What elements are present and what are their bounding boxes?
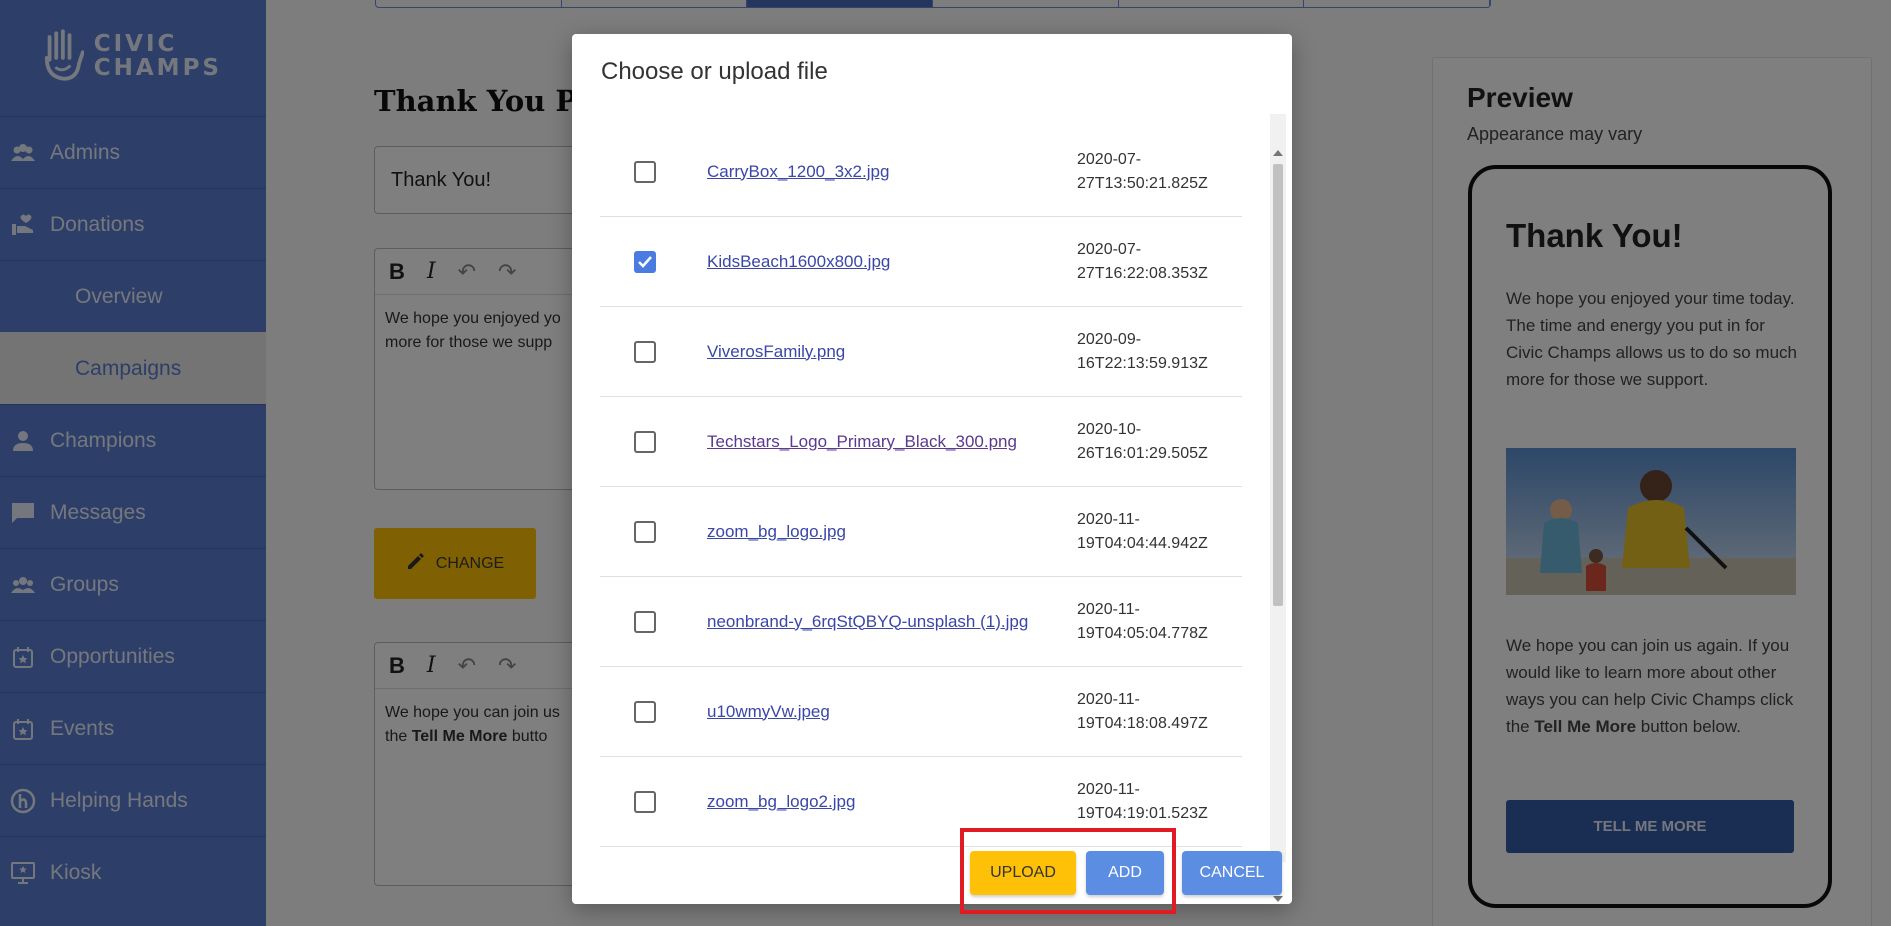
dialog-title: Choose or upload file xyxy=(601,58,828,85)
file-picker-dialog: Choose or upload file CarryBox_1200_3x2.… xyxy=(572,34,1292,904)
file-link[interactable]: CarryBox_1200_3x2.jpg xyxy=(707,162,1077,182)
scroll-thumb[interactable] xyxy=(1273,164,1283,606)
file-date-line: 2020-11- xyxy=(1077,510,1140,528)
file-date-line: 27T13:50:21.825Z xyxy=(1077,174,1208,192)
file-row[interactable]: neonbrand-y_6rqStQBYQ-unsplash (1).jpg 2… xyxy=(600,577,1242,667)
file-date: 2020-11- 19T04:18:08.497Z xyxy=(1077,688,1237,736)
file-link[interactable]: neonbrand-y_6rqStQBYQ-unsplash (1).jpg xyxy=(707,612,1077,632)
file-date-line: 19T04:04:44.942Z xyxy=(1077,534,1208,552)
highlight-box xyxy=(960,828,1176,914)
file-checkbox[interactable] xyxy=(634,520,656,543)
file-date: 2020-07- 27T16:22:08.353Z xyxy=(1077,238,1237,286)
file-date-line: 27T16:22:08.353Z xyxy=(1077,264,1208,282)
file-date: 2020-11- 19T04:05:04.778Z xyxy=(1077,598,1237,646)
file-link[interactable]: zoom_bg_logo2.jpg xyxy=(707,792,1077,812)
file-link[interactable]: u10wmyVw.jpeg xyxy=(707,702,1077,722)
file-date: 2020-10- 26T16:01:29.505Z xyxy=(1077,418,1237,466)
file-checkbox[interactable] xyxy=(634,700,656,723)
checkmark-icon xyxy=(638,255,652,268)
file-date: 2020-09- 16T22:13:59.913Z xyxy=(1077,328,1237,376)
file-checkbox[interactable] xyxy=(634,160,656,183)
file-checkbox[interactable] xyxy=(634,340,656,363)
file-row[interactable]: zoom_bg_logo.jpg 2020-11- 19T04:04:44.942… xyxy=(600,487,1242,577)
file-list-scrollbar[interactable] xyxy=(1270,114,1286,902)
file-list: CarryBox_1200_3x2.jpg 2020-07- 27T13:50:2… xyxy=(600,127,1242,857)
file-link[interactable]: ViverosFamily.png xyxy=(707,342,1077,362)
file-date-line: 16T22:13:59.913Z xyxy=(1077,354,1208,372)
file-date: 2020-11- 19T04:19:01.523Z xyxy=(1077,778,1237,826)
file-row[interactable]: Techstars_Logo_Primary_Black_300.png 202… xyxy=(600,397,1242,487)
file-date-line: 2020-11- xyxy=(1077,780,1140,798)
file-checkbox[interactable] xyxy=(634,790,656,813)
scroll-down-arrow-icon[interactable] xyxy=(1273,896,1283,902)
file-date-line: 26T16:01:29.505Z xyxy=(1077,444,1208,462)
file-checkbox-checked[interactable] xyxy=(634,250,656,273)
file-row[interactable]: KidsBeach1600x800.jpg 2020-07- 27T16:22:0… xyxy=(600,217,1242,307)
file-row[interactable]: CarryBox_1200_3x2.jpg 2020-07- 27T13:50:2… xyxy=(600,127,1242,217)
file-date-line: 2020-07- xyxy=(1077,240,1142,258)
file-date-line: 2020-11- xyxy=(1077,600,1140,618)
file-date-line: 2020-11- xyxy=(1077,690,1140,708)
file-link[interactable]: zoom_bg_logo.jpg xyxy=(707,522,1077,542)
cancel-button[interactable]: CANCEL xyxy=(1182,851,1282,895)
file-row[interactable]: u10wmyVw.jpeg 2020-11- 19T04:18:08.497Z xyxy=(600,667,1242,757)
file-checkbox[interactable] xyxy=(634,430,656,453)
file-date-line: 2020-09- xyxy=(1077,330,1142,348)
file-date: 2020-07- 27T13:50:21.825Z xyxy=(1077,148,1237,196)
file-date-line: 2020-10- xyxy=(1077,420,1142,438)
file-date-line: 19T04:19:01.523Z xyxy=(1077,804,1208,822)
file-checkbox[interactable] xyxy=(634,610,656,633)
file-date-line: 19T04:05:04.778Z xyxy=(1077,624,1208,642)
file-date-line: 19T04:18:08.497Z xyxy=(1077,714,1208,732)
scroll-up-arrow-icon[interactable] xyxy=(1273,150,1283,156)
file-link[interactable]: Techstars_Logo_Primary_Black_300.png xyxy=(707,432,1077,452)
file-date-line: 2020-07- xyxy=(1077,150,1142,168)
file-date: 2020-11- 19T04:04:44.942Z xyxy=(1077,508,1237,556)
file-row[interactable]: ViverosFamily.png 2020-09- 16T22:13:59.91… xyxy=(600,307,1242,397)
file-link[interactable]: KidsBeach1600x800.jpg xyxy=(707,252,1077,272)
